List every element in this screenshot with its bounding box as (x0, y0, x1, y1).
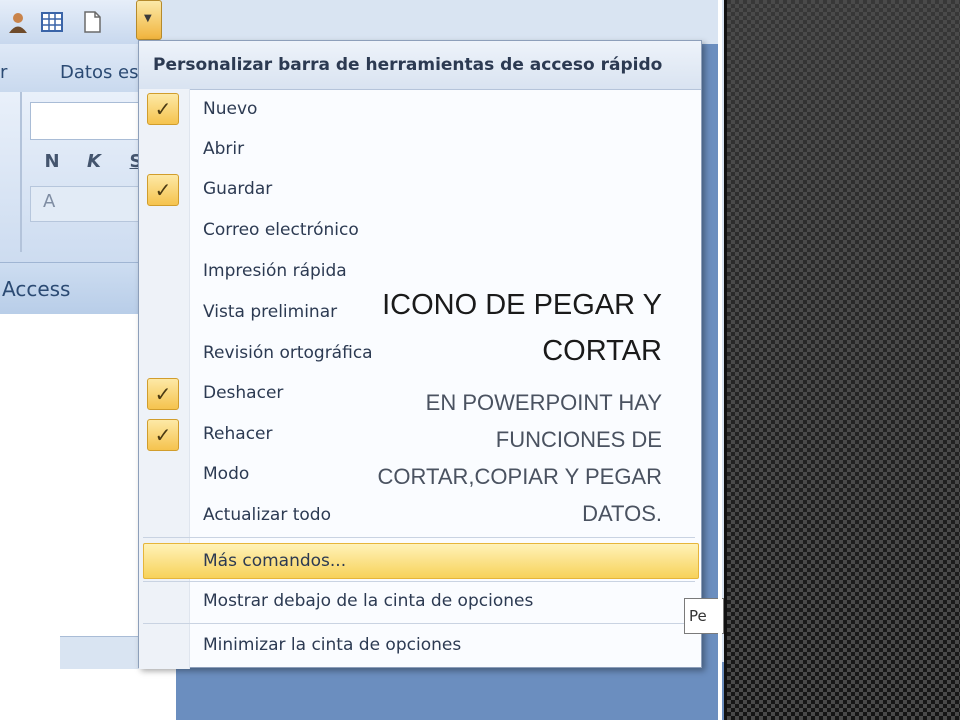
menu-header: Personalizar barra de herramientas de ac… (139, 41, 701, 90)
menu-item-mostrar-debajo[interactable]: Mostrar debajo de la cinta de opciones (203, 586, 533, 616)
slide-body: EN POWERPOINT HAY FUNCIONES DE CORTAR,CO… (282, 384, 662, 532)
font-color-group: A (30, 186, 140, 222)
menu-item-mas-comandos[interactable]: Más comandos... (203, 546, 346, 576)
check-icon: ✓ (147, 93, 179, 125)
table-icon[interactable] (40, 10, 64, 34)
menu-item-minimizar[interactable]: Minimizar la cinta de opciones (203, 630, 461, 660)
slide-body-line: EN POWERPOINT HAY (425, 390, 662, 415)
menu-separator (143, 581, 695, 582)
menu-item-guardar[interactable]: Guardar (203, 174, 272, 204)
slide-title-line: CORTAR (542, 335, 662, 367)
menu-item-abrir[interactable]: Abrir (203, 134, 244, 164)
menu-title: Personalizar barra de herramientas de ac… (153, 55, 663, 75)
carbon-fiber-panel (727, 0, 960, 720)
slide-body-line: FUNCIONES DE (495, 427, 662, 452)
check-icon: ✓ (147, 378, 179, 410)
check-icon: ✓ (147, 419, 179, 451)
menu-separator (143, 623, 695, 624)
navigation-pane-header: Access (0, 262, 140, 315)
ribbon-tab-row: r Datos es (0, 44, 140, 92)
font-color-button[interactable]: A (43, 191, 55, 212)
slide-body-line: CORTAR,COPIAR Y PEGAR (377, 464, 662, 489)
customize-toolbar-button[interactable]: ▼ (136, 0, 162, 40)
tab-datos-externos[interactable]: Datos es (60, 62, 139, 83)
ribbon-divider (20, 92, 22, 252)
quick-access-toolbar (0, 0, 138, 44)
check-icon: ✓ (147, 174, 179, 206)
chevron-down-icon: ▼ (144, 13, 152, 24)
menu-item-deshacer[interactable]: Deshacer (203, 378, 283, 408)
tab-partial[interactable]: r (0, 62, 7, 83)
workspace-edge (700, 44, 720, 684)
italic-button[interactable]: K (82, 150, 106, 174)
workspace-background (176, 662, 724, 720)
menu-item-rehacer[interactable]: Rehacer (203, 419, 273, 449)
user-icon[interactable] (6, 10, 30, 34)
menu-separator (143, 537, 695, 538)
slide-body-line: DATOS. (582, 501, 662, 526)
ribbon-panel: N K S A (0, 92, 142, 262)
panel-divider (718, 0, 722, 720)
access-label: Access (2, 277, 71, 301)
new-document-icon[interactable] (80, 10, 104, 34)
menu-item-modo[interactable]: Modo (203, 459, 249, 489)
font-name-input[interactable] (30, 102, 140, 140)
slide-title: ICONO DE PEGAR Y CORTAR (302, 282, 662, 374)
bold-button[interactable]: N (40, 150, 64, 174)
menu-item-correo[interactable]: Correo electrónico (203, 215, 359, 245)
slide-title-line: ICONO DE PEGAR Y (382, 289, 662, 321)
menu-item-nuevo[interactable]: Nuevo (203, 94, 257, 124)
